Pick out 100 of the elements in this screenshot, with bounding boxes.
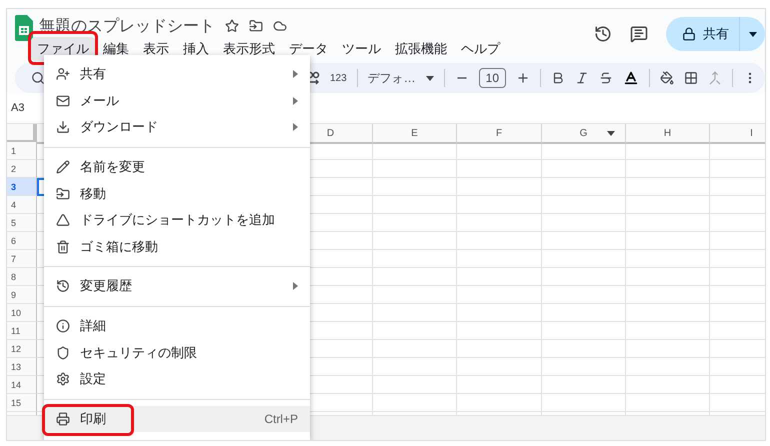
table-cell[interactable] xyxy=(542,340,626,358)
number-format-button[interactable]: 123 xyxy=(330,72,347,84)
row-header[interactable]: 8 xyxy=(7,268,37,286)
menu-item[interactable]: セキュリティの制限 xyxy=(44,339,310,366)
star-icon[interactable] xyxy=(225,19,239,33)
comment-icon[interactable] xyxy=(630,25,648,43)
folder-move-icon[interactable] xyxy=(249,19,263,33)
table-cell[interactable] xyxy=(542,394,626,412)
search-icon[interactable] xyxy=(31,71,45,85)
table-cell[interactable] xyxy=(457,160,542,178)
table-cell[interactable] xyxy=(373,160,457,178)
table-cell[interactable] xyxy=(626,196,710,214)
table-cell[interactable] xyxy=(542,286,626,304)
row-header[interactable]: 3 xyxy=(7,178,37,196)
menu-item[interactable]: 設定 xyxy=(44,366,310,393)
merge-icon[interactable] xyxy=(708,71,722,85)
menu-item[interactable]: ゴミ箱に移動 xyxy=(44,234,310,260)
table-cell[interactable] xyxy=(542,376,626,394)
table-cell[interactable] xyxy=(457,250,542,268)
table-cell[interactable] xyxy=(373,232,457,250)
menu-item[interactable]: 変更履歴 xyxy=(44,273,310,300)
table-cell[interactable] xyxy=(373,322,457,340)
table-cell[interactable] xyxy=(542,250,626,268)
menu-item[interactable]: 移動 xyxy=(44,180,310,207)
menu-bar-item[interactable]: ツール xyxy=(336,37,387,61)
menu-bar-item[interactable]: 拡張機能 xyxy=(389,37,453,61)
table-cell[interactable] xyxy=(373,286,457,304)
row-header[interactable]: 6 xyxy=(7,232,37,250)
table-cell[interactable] xyxy=(626,232,710,250)
table-cell[interactable] xyxy=(626,142,710,160)
table-cell[interactable] xyxy=(457,178,542,196)
table-cell[interactable] xyxy=(457,358,542,376)
menu-item[interactable]: 共有 xyxy=(44,61,310,88)
table-cell[interactable] xyxy=(626,286,710,304)
row-header[interactable]: 9 xyxy=(7,286,37,304)
table-cell[interactable] xyxy=(373,178,457,196)
menu-item[interactable]: 名前を変更 xyxy=(44,154,310,180)
table-cell[interactable] xyxy=(626,322,710,340)
row-header[interactable]: 4 xyxy=(7,196,37,214)
row-header[interactable]: 2 xyxy=(7,160,37,178)
table-cell[interactable] xyxy=(626,160,710,178)
column-header[interactable]: I xyxy=(750,128,753,138)
table-cell[interactable] xyxy=(373,340,457,358)
table-cell[interactable] xyxy=(457,268,542,286)
table-cell[interactable] xyxy=(542,214,626,232)
font-size-field[interactable]: 10 xyxy=(478,68,506,88)
table-cell[interactable] xyxy=(626,376,710,394)
bold-icon[interactable] xyxy=(551,71,565,85)
table-cell[interactable] xyxy=(542,268,626,286)
menu-item[interactable]: 詳細 xyxy=(44,312,310,340)
column-header[interactable]: D xyxy=(326,128,334,138)
borders-icon[interactable] xyxy=(684,71,698,85)
row-header[interactable]: 10 xyxy=(7,304,37,322)
table-cell[interactable] xyxy=(457,232,542,250)
table-cell[interactable] xyxy=(373,304,457,322)
cloud-icon[interactable] xyxy=(273,19,287,33)
table-cell[interactable] xyxy=(373,142,457,160)
table-cell[interactable] xyxy=(626,250,710,268)
menu-item[interactable]: ダウンロード xyxy=(44,114,310,141)
column-header[interactable]: F xyxy=(496,128,502,138)
table-cell[interactable] xyxy=(626,340,710,358)
table-cell[interactable] xyxy=(542,358,626,376)
text-color-icon[interactable] xyxy=(623,70,639,86)
table-cell[interactable] xyxy=(542,322,626,340)
menu-item[interactable]: ドライブにショートカットを追加 xyxy=(44,206,310,234)
table-cell[interactable] xyxy=(542,160,626,178)
history-icon[interactable] xyxy=(594,25,612,43)
table-cell[interactable] xyxy=(373,214,457,232)
table-cell[interactable] xyxy=(457,340,542,358)
table-cell[interactable] xyxy=(457,376,542,394)
table-cell[interactable] xyxy=(457,394,542,412)
paint-bucket-icon[interactable] xyxy=(660,71,674,85)
column-header[interactable]: H xyxy=(664,128,672,138)
share-button[interactable]: 共有 xyxy=(666,17,739,51)
row-header[interactable]: 13 xyxy=(7,358,37,376)
table-cell[interactable] xyxy=(626,268,710,286)
table-cell[interactable] xyxy=(542,142,626,160)
table-cell[interactable] xyxy=(457,196,542,214)
table-cell[interactable] xyxy=(457,286,542,304)
table-cell[interactable] xyxy=(457,322,542,340)
strikethrough-icon[interactable] xyxy=(599,71,613,85)
column-header[interactable]: E xyxy=(411,128,418,138)
table-cell[interactable] xyxy=(542,196,626,214)
table-cell[interactable] xyxy=(626,214,710,232)
table-cell[interactable] xyxy=(542,304,626,322)
select-all-corner[interactable] xyxy=(7,124,37,144)
table-cell[interactable] xyxy=(373,196,457,214)
table-cell[interactable] xyxy=(626,358,710,376)
name-box[interactable]: A3 xyxy=(11,102,24,114)
table-cell[interactable] xyxy=(626,304,710,322)
caret-icon[interactable] xyxy=(426,76,434,80)
row-header[interactable]: 15 xyxy=(7,394,37,412)
table-cell[interactable] xyxy=(457,214,542,232)
table-cell[interactable] xyxy=(457,304,542,322)
row-header[interactable]: 11 xyxy=(7,322,37,340)
row-header[interactable]: 5 xyxy=(7,214,37,232)
row-header[interactable]: 7 xyxy=(7,250,37,268)
table-cell[interactable] xyxy=(542,178,626,196)
table-cell[interactable] xyxy=(373,394,457,412)
plus-icon[interactable] xyxy=(516,71,530,85)
